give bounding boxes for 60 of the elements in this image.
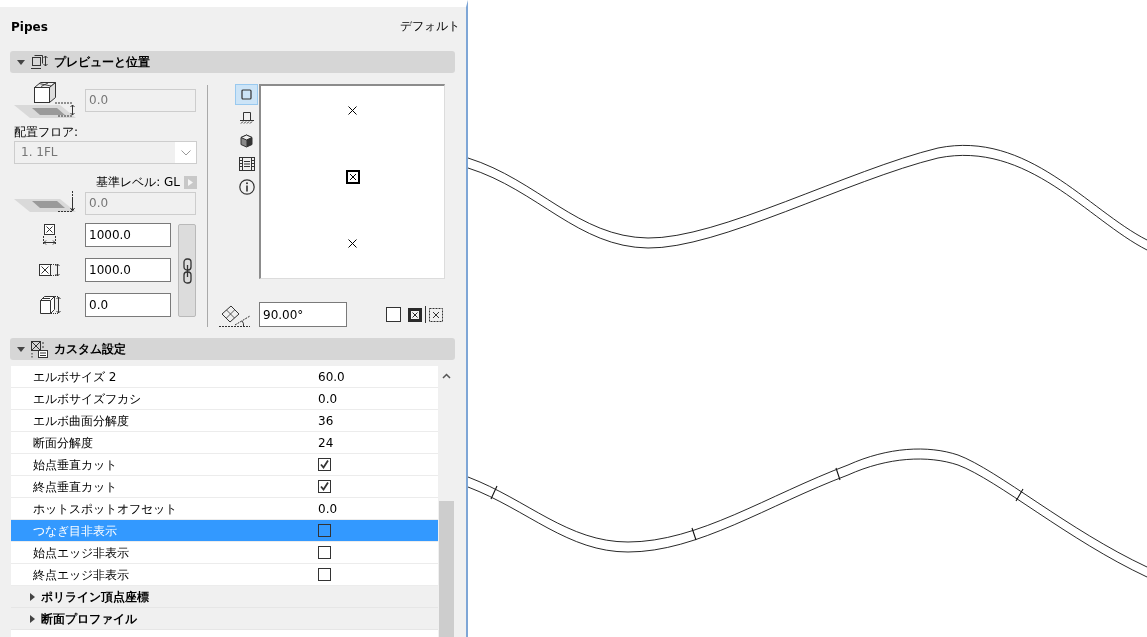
cross-marker-icon (348, 106, 357, 115)
property-value: 0.0 (318, 501, 338, 516)
checkbox[interactable] (318, 524, 331, 537)
property-label: エルボサイズフカシ (32, 391, 142, 406)
panel-title: Pipes (11, 20, 48, 34)
property-value: 0.0 (318, 391, 338, 406)
dimension-field[interactable]: 0.0 (85, 293, 171, 317)
floor-label: 配置フロア: (14, 125, 80, 139)
box-depth-icon (38, 263, 61, 277)
grid-list-icon (31, 340, 48, 358)
preset-label[interactable]: デフォルト (400, 19, 460, 34)
property-label: 断面分解度 (32, 435, 94, 450)
square-icon (241, 89, 252, 100)
checkbox[interactable] (318, 546, 331, 559)
checkbox[interactable] (318, 480, 331, 493)
box-arrow-icon (31, 54, 48, 70)
filled-cross-square-icon[interactable] (408, 307, 422, 322)
boxed-cross-marker-icon (345, 170, 360, 184)
triangle-right-icon (188, 178, 193, 186)
property-label: エルボ曲面分解度 (32, 413, 130, 428)
cube-height-icon (38, 295, 61, 315)
property-value: 36 (318, 413, 334, 428)
cross-marker-icon (348, 239, 357, 248)
chevron-down-icon (180, 149, 191, 156)
chevron-up-icon[interactable] (442, 373, 451, 379)
link-toggle-button[interactable] (178, 224, 196, 317)
property-label: つなぎ目非表示 (32, 523, 118, 538)
property-label: 終点エッジ非表示 (32, 567, 130, 582)
film-strip-icon (238, 156, 255, 171)
checkbox[interactable] (318, 568, 331, 581)
section-header[interactable]: カスタム設定 (10, 338, 455, 360)
dashed-cross-square-icon[interactable] (429, 307, 443, 322)
empty-square-icon[interactable] (386, 307, 401, 322)
cube-on-slab-icon (14, 81, 78, 119)
property-value: 24 (318, 435, 334, 450)
group-row[interactable]: ポリライン頂点座標 (11, 586, 438, 608)
section-title: プレビューと位置 (54, 55, 150, 69)
property-label: 終点垂直カット (32, 479, 118, 494)
floor-plan-icon (239, 111, 254, 124)
checkbox[interactable] (318, 458, 331, 471)
section-header[interactable]: プレビューと位置 (10, 51, 455, 73)
scrollbar-thumb[interactable] (439, 501, 454, 637)
angle-field[interactable]: 90.00° (259, 302, 347, 327)
property-label: ホットスポットオフセット (32, 501, 178, 516)
reference-level-label: 基準レベル: GL (96, 175, 180, 189)
dimension-field[interactable]: 1000.0 (85, 223, 171, 247)
property-value: 60.0 (318, 369, 345, 384)
property-label: エルボサイズ 2 (32, 369, 118, 384)
group-label: 断面プロファイル (41, 611, 137, 626)
group-row[interactable]: 断面プロファイル (11, 608, 438, 630)
group-label: ポリライン頂点座標 (41, 589, 149, 604)
slab-level-icon (14, 191, 78, 215)
section-title: カスタム設定 (54, 342, 126, 356)
property-label: 始点エッジ非表示 (32, 545, 130, 560)
box-width-icon (43, 224, 56, 246)
chain-link-icon (182, 257, 192, 284)
info-icon (238, 178, 255, 195)
dimension-field[interactable]: 1000.0 (85, 258, 171, 282)
property-label: 始点垂直カット (32, 457, 118, 472)
cube-icon (240, 133, 253, 148)
